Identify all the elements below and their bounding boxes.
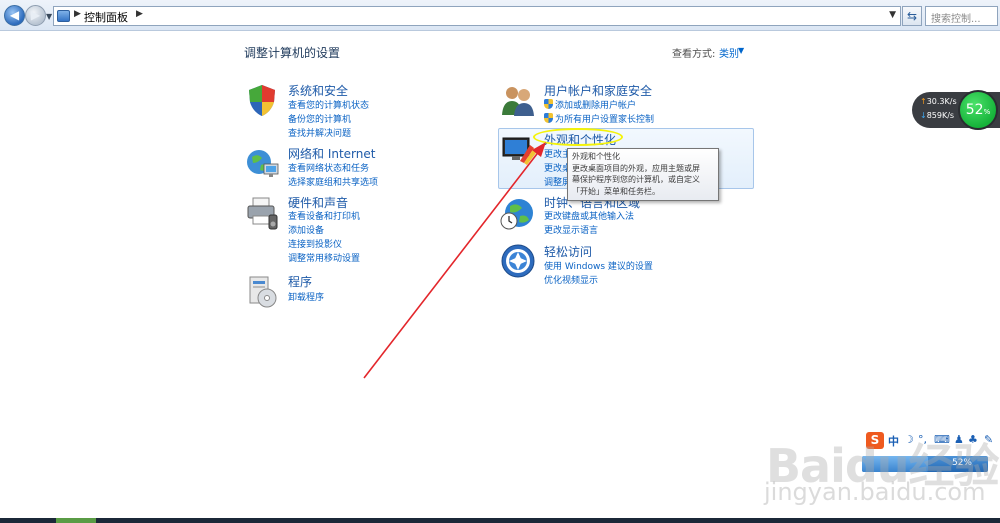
taskbar-item[interactable]: [56, 518, 96, 523]
control-panel-icon: [57, 10, 70, 22]
search-input[interactable]: 搜索控制...: [925, 6, 998, 26]
uac-shield-icon: [544, 113, 553, 123]
clock-globe-icon[interactable]: [500, 194, 536, 230]
link-add-remove-users[interactable]: 添加或删除用户帐户: [544, 98, 636, 111]
network-globe-icon[interactable]: [244, 145, 280, 181]
link-parental-controls[interactable]: 为所有用户设置家长控制: [544, 112, 654, 125]
ease-of-access-icon[interactable]: [500, 243, 536, 279]
forward-button[interactable]: ▶: [25, 5, 46, 26]
breadcrumb-chevron-icon[interactable]: ▶: [74, 9, 81, 19]
arrow-left-icon: ◀: [9, 8, 20, 22]
link-devices-printers[interactable]: 查看设备和打印机: [288, 209, 360, 222]
link-add-device[interactable]: 添加设备: [288, 223, 324, 236]
link-view-status[interactable]: 查看您的计算机状态: [288, 98, 369, 111]
category-title[interactable]: 轻松访问: [544, 243, 592, 260]
users-icon[interactable]: [500, 82, 536, 118]
tooltip-line: 更改桌面项目的外观，应用主题或屏: [572, 163, 700, 173]
tooltip: 外观和个性化 更改桌面项目的外观，应用主题或屏 幕保护程序到您的计算机，或自定义…: [567, 148, 719, 201]
annotation-highlight-ellipse: [533, 128, 623, 146]
address-dropdown-icon[interactable]: ▼: [889, 10, 896, 20]
address-bar: ◀ ▶ ▼ ▶ 控制面板 ▶ ▼ ⇆ 搜索控制...: [0, 0, 1000, 31]
link-troubleshoot[interactable]: 查找并解决问题: [288, 126, 351, 139]
printer-icon[interactable]: [244, 194, 280, 230]
view-by-label: 查看方式:: [672, 49, 716, 60]
breadcrumb-control-panel[interactable]: 控制面板: [84, 9, 128, 25]
uac-shield-icon: [544, 99, 553, 109]
page-title: 调整计算机的设置: [244, 46, 341, 60]
category-title[interactable]: 网络和 Internet: [288, 145, 375, 162]
category-title[interactable]: 程序: [288, 273, 312, 290]
network-speed-widget[interactable]: ↑30.3K/s ↓859K/s 52%: [912, 90, 1000, 130]
refresh-icon: ⇆: [906, 9, 918, 23]
upload-arrow-icon: ↑: [920, 97, 927, 106]
category-title[interactable]: 系统和安全: [288, 82, 348, 99]
arrow-right-icon: ▶: [30, 8, 41, 22]
link-display-language[interactable]: 更改显示语言: [544, 223, 598, 236]
taskbar: [0, 518, 1000, 523]
link-network-status[interactable]: 查看网络状态和任务: [288, 161, 369, 174]
tooltip-line: 「开始」菜单和任务栏。: [572, 186, 660, 196]
link-mobility-settings[interactable]: 调整常用移动设置: [288, 251, 360, 264]
link-projector[interactable]: 连接到投影仪: [288, 237, 342, 250]
tooltip-line: 幕保护程序到您的计算机，或自定义: [572, 175, 700, 184]
link-homegroup[interactable]: 选择家庭组和共享选项: [288, 175, 378, 188]
recent-pages-dropdown[interactable]: ▼: [46, 12, 52, 21]
link-uninstall[interactable]: 卸载程序: [288, 290, 324, 303]
link-backup[interactable]: 备份您的计算机: [288, 112, 351, 125]
memory-usage-gauge: 52%: [958, 90, 998, 130]
link-optimize-display[interactable]: 优化视频显示: [544, 273, 598, 286]
link-windows-recommended[interactable]: 使用 Windows 建议的设置: [544, 259, 653, 272]
link-change-keyboard[interactable]: 更改键盘或其他输入法: [544, 209, 634, 222]
programs-icon[interactable]: [244, 273, 280, 309]
address-field[interactable]: ▶ 控制面板 ▶ ▼: [53, 6, 901, 26]
download-speed: ↓859K/s: [920, 111, 955, 120]
breadcrumb-chevron-icon[interactable]: ▶: [136, 9, 143, 19]
tooltip-line: 外观和个性化: [572, 152, 620, 161]
view-by-dropdown[interactable]: 类别: [719, 45, 739, 60]
download-arrow-icon: ↓: [920, 111, 927, 120]
baidu-watermark-url: jingyan.baidu.com: [764, 478, 986, 506]
shield-icon[interactable]: [244, 82, 280, 118]
refresh-button[interactable]: ⇆: [902, 6, 922, 26]
appearance-icon[interactable]: [500, 131, 536, 167]
upload-speed: ↑30.3K/s: [920, 97, 957, 106]
chevron-down-icon[interactable]: ▼: [738, 46, 744, 55]
category-title[interactable]: 用户帐户和家庭安全: [544, 82, 652, 99]
back-button[interactable]: ◀: [4, 5, 25, 26]
